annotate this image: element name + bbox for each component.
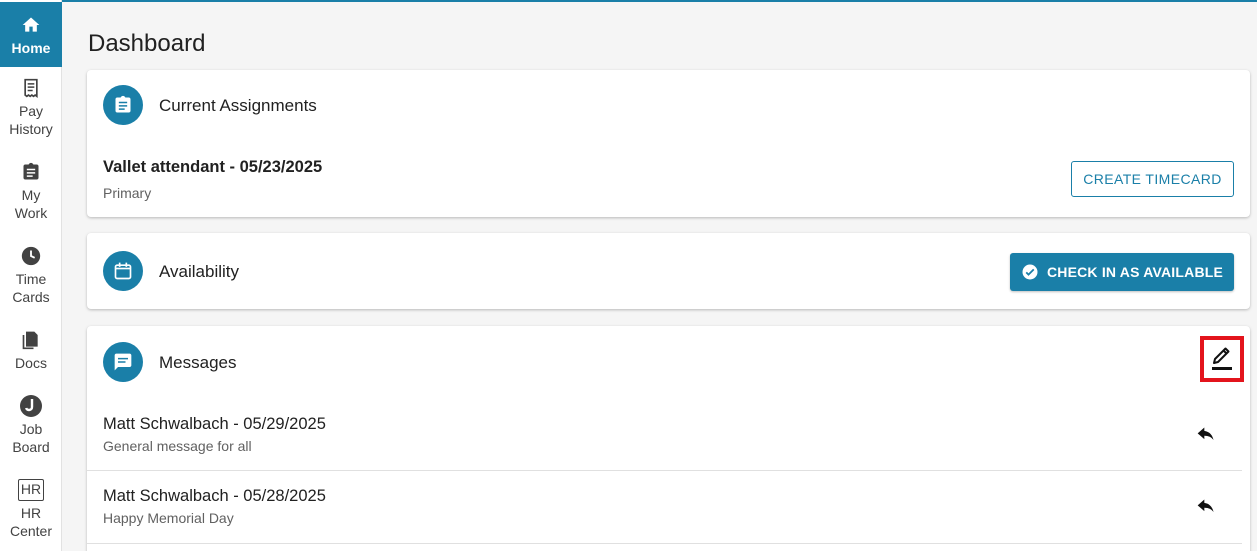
message-icon <box>103 342 143 382</box>
sidebar-item-label: Docs <box>15 355 47 371</box>
sidebar-item-job-board[interactable]: Job Board <box>0 394 62 456</box>
sidebar-item-label: Home <box>11 39 51 56</box>
clock-icon <box>20 244 42 268</box>
create-timecard-button[interactable]: CREATE TIMECARD <box>1071 161 1234 197</box>
sidebar-item-label: Pay History <box>9 103 53 137</box>
check-circle-icon <box>1021 263 1039 281</box>
availability-title: Availability <box>159 262 240 281</box>
edit-pencil-icon <box>1210 346 1234 372</box>
current-assignments-title: Current Assignments <box>159 96 317 115</box>
check-in-available-button[interactable]: CHECK IN AS AVAILABLE <box>1010 253 1234 291</box>
reply-button[interactable] <box>1190 491 1222 523</box>
job-board-icon <box>19 394 43 418</box>
hr-icon: HR <box>18 478 44 502</box>
message-item[interactable]: Matt Schwalbach - 05/28/2025 Happy Memor… <box>87 471 1242 543</box>
message-body: General message for all <box>103 438 252 454</box>
reply-button[interactable] <box>1190 419 1222 451</box>
current-assignments-card: Current Assignments Vallet attendant - 0… <box>87 70 1250 217</box>
sidebar: Home Pay History My Work Time Cards Docs… <box>0 0 62 551</box>
sidebar-item-label: My Work <box>14 187 48 221</box>
message-item[interactable]: Matt Schwalbach - 05/29/2025 General mes… <box>87 398 1242 470</box>
sidebar-item-docs[interactable]: Docs <box>0 328 62 372</box>
sidebar-item-label: Time Cards <box>12 271 50 305</box>
sidebar-item-home[interactable]: Home <box>0 2 62 67</box>
page-title: Dashboard <box>88 30 206 57</box>
documents-icon <box>21 328 41 352</box>
top-accent-line <box>0 0 1257 2</box>
assignment-icon <box>103 85 143 125</box>
sidebar-item-label: Job Board <box>12 421 50 455</box>
message-title: Matt Schwalbach - 05/28/2025 <box>103 487 326 505</box>
availability-card: Availability CHECK IN AS AVAILABLE <box>87 233 1250 309</box>
sidebar-item-time-cards[interactable]: Time Cards <box>0 244 62 306</box>
assignment-type: Primary <box>103 185 152 201</box>
reply-icon <box>1196 426 1216 444</box>
message-title: Matt Schwalbach - 05/29/2025 <box>103 415 326 433</box>
reply-icon <box>1196 498 1216 516</box>
assignment-name: Vallet attendant - 05/23/2025 <box>103 158 323 176</box>
sidebar-item-hr-center[interactable]: HR HR Center <box>0 478 62 540</box>
compose-message-button[interactable] <box>1200 336 1244 382</box>
messages-title: Messages <box>159 353 237 372</box>
sidebar-item-label: HR Center <box>9 505 53 539</box>
sidebar-item-my-work[interactable]: My Work <box>0 160 62 222</box>
home-icon <box>21 13 41 37</box>
receipt-icon <box>21 76 41 100</box>
clipboard-icon <box>21 160 41 184</box>
message-body: Happy Memorial Day <box>103 510 234 526</box>
check-in-label: CHECK IN AS AVAILABLE <box>1046 264 1224 280</box>
sidebar-item-pay-history[interactable]: Pay History <box>0 76 62 138</box>
calendar-icon <box>103 251 143 291</box>
messages-card: Messages Matt Schwalbach - 05/29/2025 Ge… <box>87 326 1250 551</box>
message-divider <box>87 543 1242 544</box>
